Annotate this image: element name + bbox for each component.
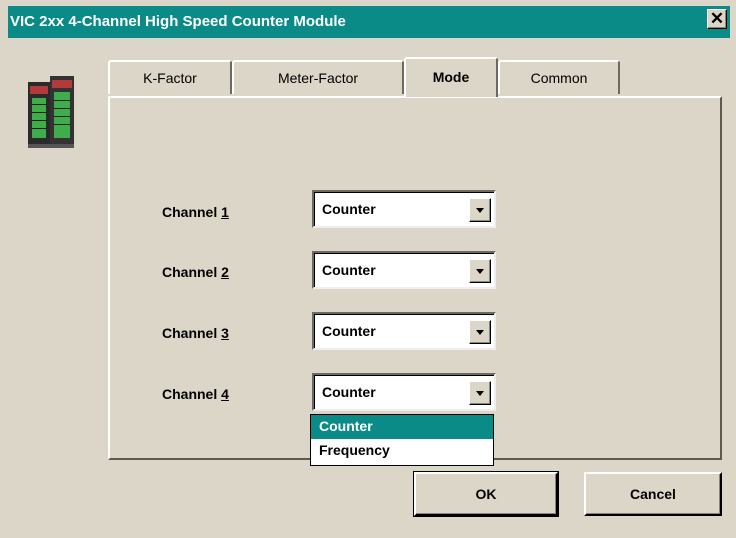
option-frequency[interactable]: Frequency	[311, 439, 493, 463]
window-title: VIC 2xx 4-Channel High Speed Counter Mod…	[10, 13, 346, 30]
ok-button[interactable]: OK	[413, 471, 559, 517]
channel-3-label: Channel 3	[162, 325, 229, 341]
channel-4-dropdown-list: Counter Frequency	[310, 414, 494, 466]
title-bar: VIC 2xx 4-Channel High Speed Counter Mod…	[8, 6, 730, 38]
channel-4-select[interactable]: Counter	[312, 373, 496, 411]
chevron-down-icon[interactable]	[469, 198, 491, 222]
channel-2-select[interactable]: Counter	[312, 251, 496, 289]
close-icon: ✕	[709, 9, 725, 28]
selected-value: Counter	[322, 323, 376, 339]
tab-label: K-Factor	[143, 70, 197, 86]
mode-panel: Channel 1 Counter Channel 2 Counter Chan…	[108, 96, 722, 460]
chevron-down-icon[interactable]	[469, 381, 491, 405]
tab-k-factor[interactable]: K-Factor	[108, 60, 232, 94]
selected-value: Counter	[322, 384, 376, 400]
channel-1-select[interactable]: Counter	[312, 190, 496, 228]
tab-mode[interactable]: Mode	[404, 57, 498, 97]
channel-4-label: Channel 4	[162, 386, 229, 402]
option-counter[interactable]: Counter	[311, 415, 493, 439]
tab-meter-factor[interactable]: Meter-Factor	[232, 60, 404, 94]
close-button[interactable]: ✕	[707, 9, 727, 29]
tab-label: Meter-Factor	[277, 70, 359, 86]
selected-value: Counter	[322, 262, 376, 278]
module-icon	[28, 76, 74, 148]
channel-3-select[interactable]: Counter	[312, 312, 496, 350]
channel-1-label: Channel 1	[162, 204, 229, 220]
chevron-down-icon[interactable]	[469, 320, 491, 344]
cancel-button[interactable]: Cancel	[584, 472, 722, 516]
channel-2-label: Channel 2	[162, 264, 229, 280]
tab-label: Mode	[432, 69, 470, 85]
chevron-down-icon[interactable]	[469, 259, 491, 283]
dialog-window: VIC 2xx 4-Channel High Speed Counter Mod…	[0, 0, 736, 538]
selected-value: Counter	[322, 201, 376, 217]
tab-label: Common	[530, 70, 588, 86]
tab-common[interactable]: Common	[498, 60, 620, 94]
